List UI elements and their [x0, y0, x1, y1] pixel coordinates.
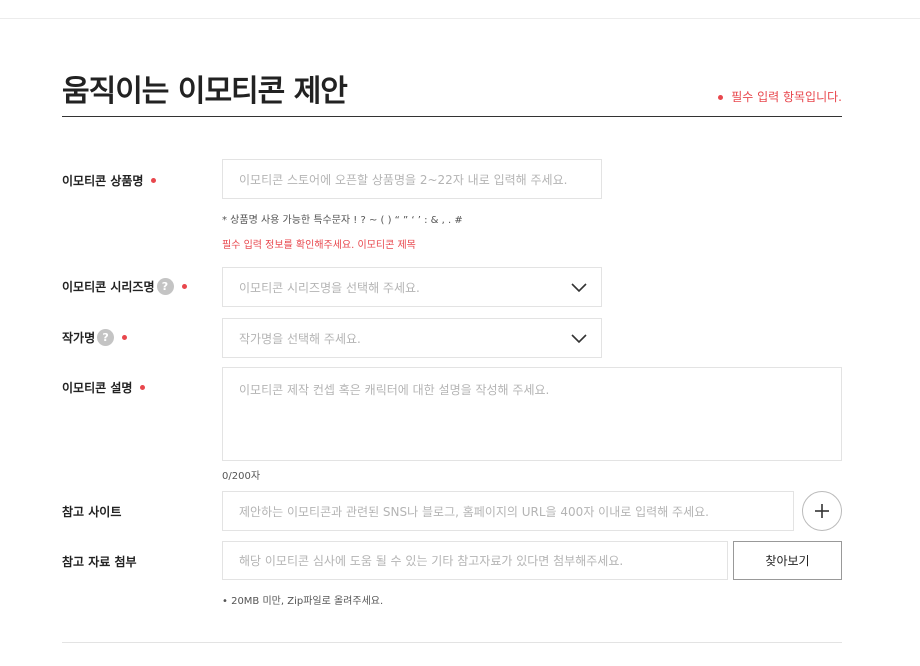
help-question-icon[interactable]: ?: [97, 329, 115, 346]
product-name-label-text: 이모티콘 상품명: [62, 174, 144, 188]
required-dot-icon: [151, 178, 157, 183]
required-dot-icon: [122, 335, 128, 340]
description-label-text: 이모티콘 설명: [62, 381, 133, 395]
browse-button[interactable]: 찾아보기: [733, 541, 842, 580]
product-name-error: 필수 입력 정보를 확인해주세요. 이모티콘 제목: [222, 240, 416, 251]
series-name-select[interactable]: 이모티콘 시리즈명을 선택해 주세요.: [222, 267, 602, 307]
product-name-hint: * 상품명 사용 가능한 특수문자 ! ? ~ ( ) “ ” ‘ ’ : & …: [222, 215, 463, 226]
required-dot-icon: [181, 284, 187, 289]
author-name-select[interactable]: 작가명을 선택해 주세요.: [222, 318, 602, 358]
description-textarea[interactable]: 이모티콘 제작 컨셉 혹은 캐릭터에 대한 설명을 작성해 주세요.: [222, 367, 842, 461]
author-name-placeholder: 작가명을 선택해 주세요.: [239, 331, 361, 346]
attachment-input[interactable]: 해당 이모티콘 심사에 도움 될 수 있는 기타 참고자료가 있다면 첨부해주세…: [222, 541, 728, 580]
help-question-icon[interactable]: ?: [156, 278, 174, 295]
bottom-divider: [62, 642, 842, 643]
product-name-placeholder: 이모티콘 스토어에 오픈할 상품명을 2~22자 내로 입력해 주세요.: [239, 172, 568, 187]
page-header: 움직이는 이모티콘 제안 필수 입력 항목입니다.: [62, 62, 842, 117]
chevron-down-icon: [571, 334, 587, 344]
product-name-input[interactable]: 이모티콘 스토어에 오픈할 상품명을 2~22자 내로 입력해 주세요.: [222, 159, 602, 199]
add-site-button[interactable]: [802, 491, 842, 531]
page-title: 움직이는 이모티콘 제안: [62, 74, 348, 109]
attachment-label: 참고 자료 첨부: [62, 553, 137, 570]
series-name-placeholder: 이모티콘 시리즈명을 선택해 주세요.: [239, 280, 420, 295]
series-name-label: 이모티콘 시리즈명 ?: [62, 278, 187, 295]
series-name-label-text: 이모티콘 시리즈명: [62, 280, 155, 294]
attachment-placeholder: 해당 이모티콘 심사에 도움 될 수 있는 기타 참고자료가 있다면 첨부해주세…: [239, 554, 624, 568]
required-note: 필수 입력 항목입니다.: [718, 88, 842, 105]
author-name-label: 작가명 ?: [62, 329, 128, 346]
product-name-label: 이모티콘 상품명: [62, 172, 157, 189]
chevron-down-icon: [571, 283, 587, 293]
attachment-label-text: 참고 자료 첨부: [62, 555, 137, 569]
author-name-label-text: 작가명: [62, 331, 96, 345]
top-divider: [0, 18, 920, 19]
description-placeholder: 이모티콘 제작 컨셉 혹은 캐릭터에 대한 설명을 작성해 주세요.: [239, 383, 550, 397]
description-counter: 0/200자: [222, 471, 261, 482]
reference-site-input[interactable]: 제안하는 이모티콘과 관련된 SNS나 블로그, 홈페이지의 URL을 400자…: [222, 491, 794, 531]
reference-site-label-text: 참고 사이트: [62, 505, 122, 519]
description-label: 이모티콘 설명: [62, 379, 146, 396]
required-dot-icon: [140, 385, 146, 390]
reference-site-placeholder: 제안하는 이모티콘과 관련된 SNS나 블로그, 홈페이지의 URL을 400자…: [239, 504, 709, 519]
required-note-text: 필수 입력 항목입니다.: [731, 90, 842, 104]
plus-icon: [815, 504, 829, 518]
reference-site-label: 참고 사이트: [62, 503, 121, 520]
required-dot-icon: [718, 95, 724, 100]
attachment-hint: • 20MB 미만, Zip파일로 올려주세요.: [222, 596, 384, 607]
